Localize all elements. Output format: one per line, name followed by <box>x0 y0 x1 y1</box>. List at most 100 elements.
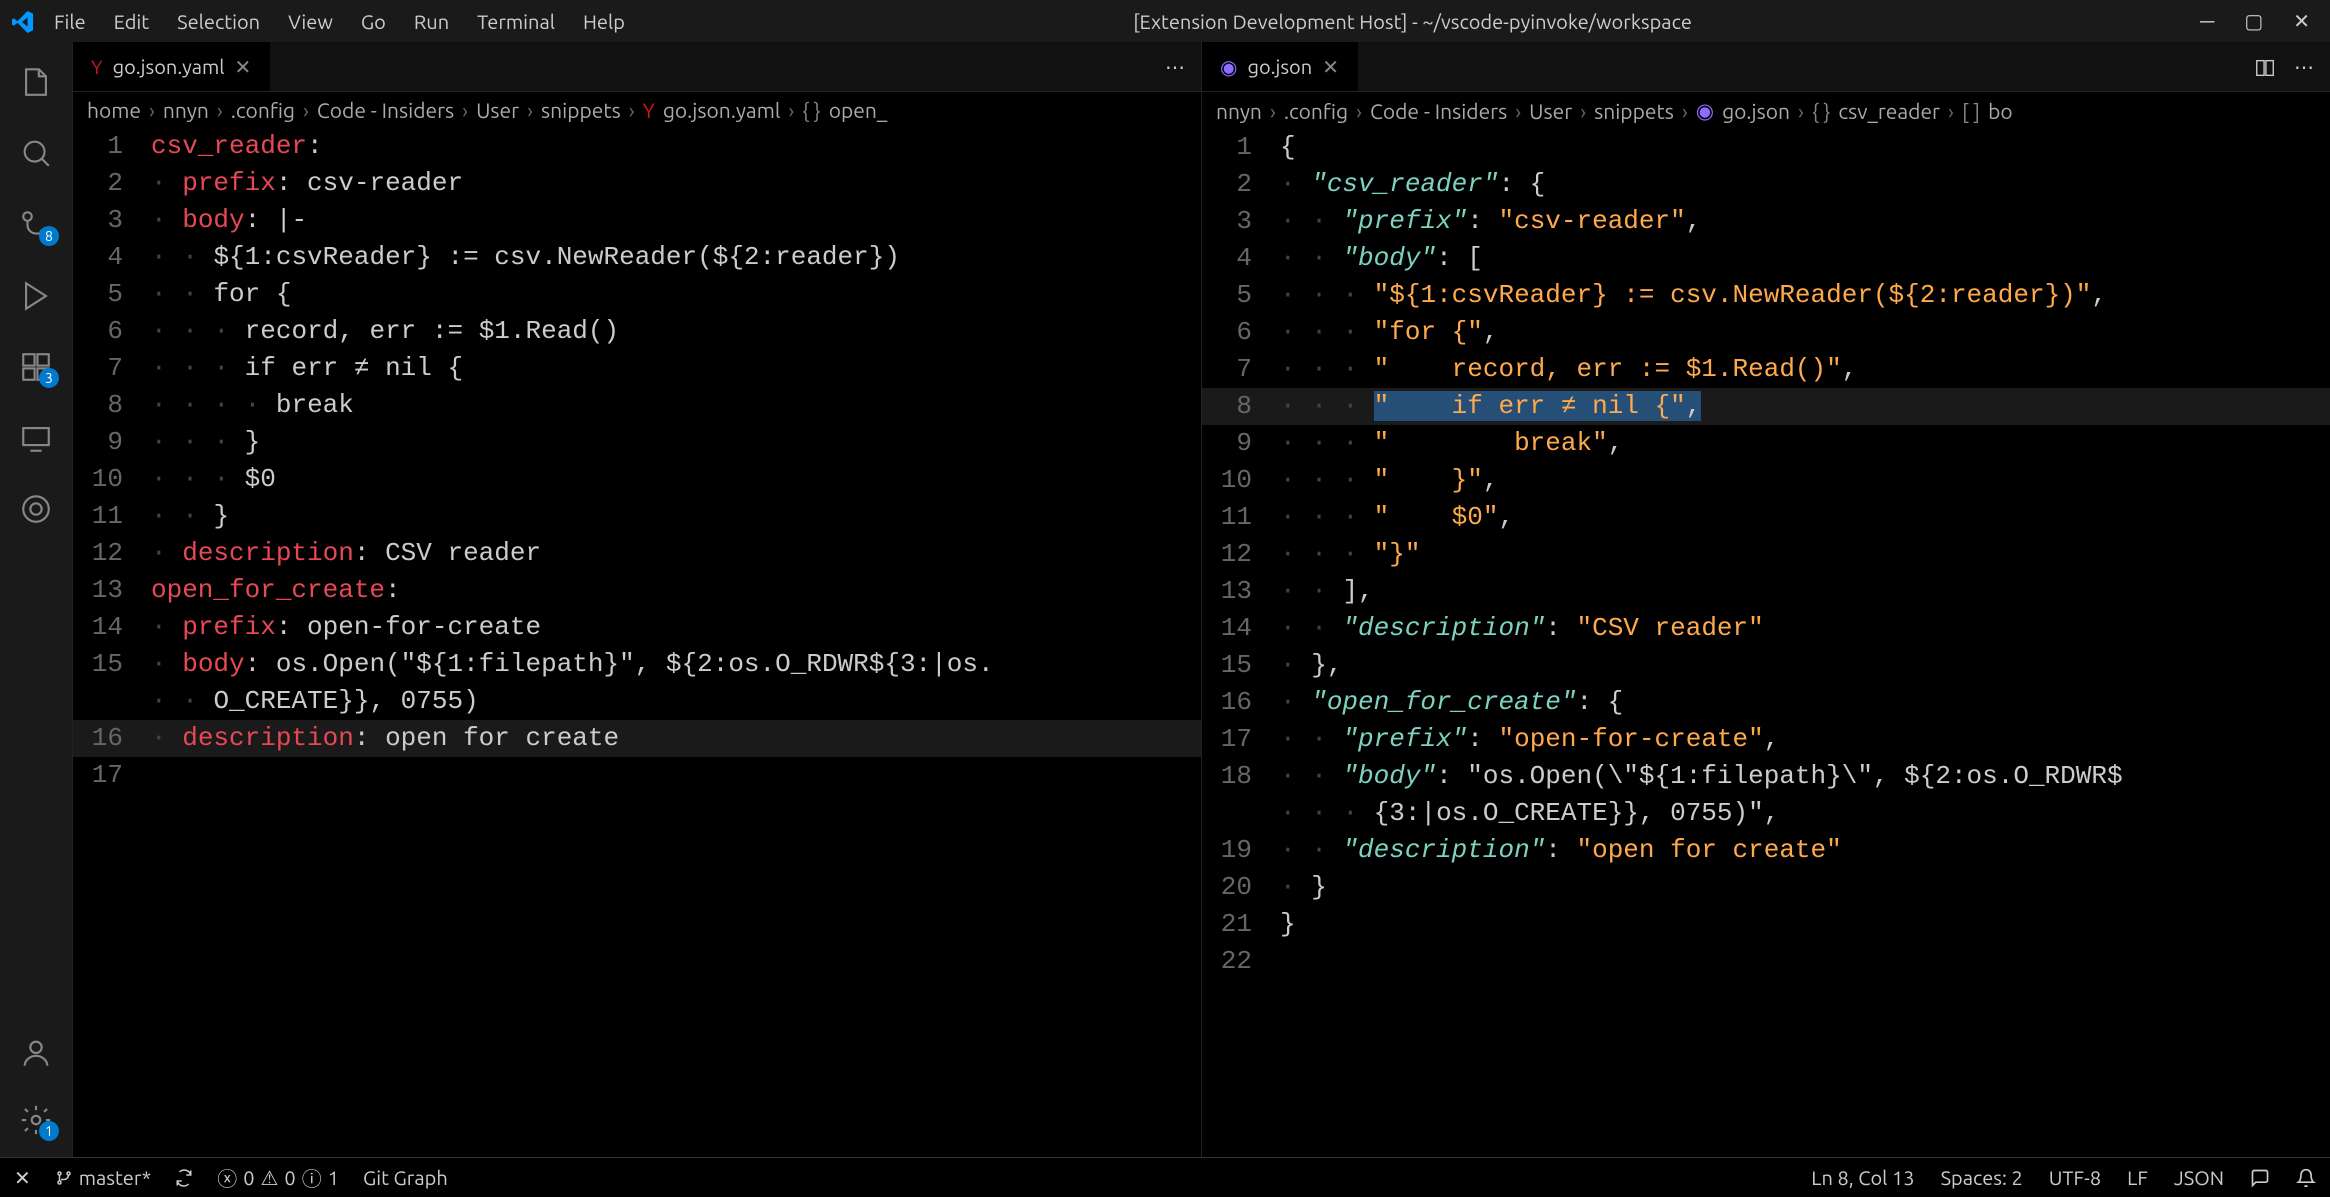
code-line[interactable]: 7· · · " record, err := $1.Read()", <box>1202 351 2330 388</box>
crumb[interactable]: nnyn <box>1216 99 1262 123</box>
git-branch[interactable]: master* <box>55 1166 151 1189</box>
code-line[interactable]: 9· · · } <box>73 424 1201 461</box>
crumb[interactable]: snippets <box>1594 99 1674 123</box>
code-line[interactable]: 14· prefix: open-for-create <box>73 609 1201 646</box>
code-line[interactable]: 14· · "description": "CSV reader" <box>1202 610 2330 647</box>
code-line[interactable]: 21} <box>1202 906 2330 943</box>
git-graph[interactable]: Git Graph <box>363 1166 448 1189</box>
menu-go[interactable]: Go <box>361 10 386 33</box>
code-line[interactable]: 10· · · $0 <box>73 461 1201 498</box>
crumb[interactable]: nnyn <box>163 98 209 122</box>
code-line[interactable]: 18· · "body": "os.Open(\"${1:filepath}\"… <box>1202 758 2330 795</box>
crumb[interactable]: bo <box>1988 99 2013 123</box>
code-line[interactable]: 6· · · record, err := $1.Read() <box>73 313 1201 350</box>
code-line[interactable]: 12· · · "}" <box>1202 536 2330 573</box>
menu-view[interactable]: View <box>288 10 333 33</box>
code-line[interactable]: 22 <box>1202 943 2330 980</box>
code-line[interactable]: · · · {3:|os.O_CREATE}}, 0755)", <box>1202 795 2330 832</box>
code-line[interactable]: 13· · ], <box>1202 573 2330 610</box>
crumb[interactable]: Code - Insiders <box>1370 99 1507 123</box>
run-debug-icon[interactable] <box>19 274 53 313</box>
code-line[interactable]: 1{ <box>1202 129 2330 166</box>
minimize-icon[interactable]: ─ <box>2200 9 2214 34</box>
menu-terminal[interactable]: Terminal <box>477 10 555 33</box>
cursor-position[interactable]: Ln 8, Col 13 <box>1811 1166 1914 1189</box>
eol[interactable]: LF <box>2127 1166 2148 1189</box>
menu-run[interactable]: Run <box>414 10 449 33</box>
menu-help[interactable]: Help <box>583 10 625 33</box>
crumb[interactable]: User <box>476 98 519 122</box>
code-line[interactable]: 11· · · " $0", <box>1202 499 2330 536</box>
indentation[interactable]: Spaces: 2 <box>1941 1166 2023 1189</box>
problems[interactable]: ⓧ0 ⚠0 ⓘ1 <box>217 1163 339 1192</box>
target-icon[interactable] <box>19 487 53 526</box>
crumb[interactable]: .config <box>1284 99 1348 123</box>
code-line[interactable]: 15· }, <box>1202 647 2330 684</box>
language-mode[interactable]: JSON <box>2174 1166 2224 1189</box>
code-line[interactable]: 10· · · " }", <box>1202 462 2330 499</box>
more-actions-icon[interactable]: ⋯ <box>1165 55 1185 79</box>
code-line[interactable]: 5· · · "${1:csvReader} := csv.NewReader(… <box>1202 277 2330 314</box>
code-line[interactable]: 16· "open_for_create": { <box>1202 684 2330 721</box>
source-control-icon[interactable]: 8 <box>19 202 53 241</box>
account-icon[interactable] <box>19 1031 53 1070</box>
tab-go-json[interactable]: ◉ go.json ✕ <box>1202 42 1358 91</box>
encoding[interactable]: UTF-8 <box>2049 1166 2101 1189</box>
code-line[interactable]: 1csv_reader: <box>73 128 1201 165</box>
remote-indicator[interactable]: ✕ <box>14 1166 31 1190</box>
menu-selection[interactable]: Selection <box>177 10 260 33</box>
code-line[interactable]: 6· · · "for {", <box>1202 314 2330 351</box>
code-line[interactable]: 17 <box>73 757 1201 794</box>
code-line[interactable]: 8· · · " if err ≠ nil {", <box>1202 388 2330 425</box>
code-line[interactable]: 11· · } <box>73 498 1201 535</box>
crumb[interactable]: snippets <box>541 98 621 122</box>
crumb[interactable]: home <box>87 98 141 122</box>
code-line[interactable]: 2· prefix: csv-reader <box>73 165 1201 202</box>
remote-icon[interactable] <box>19 416 53 455</box>
code-line[interactable]: 13open_for_create: <box>73 572 1201 609</box>
code-line[interactable]: 12· description: CSV reader <box>73 535 1201 572</box>
code-line[interactable]: 20· } <box>1202 869 2330 906</box>
search-icon[interactable] <box>19 131 53 170</box>
maximize-icon[interactable]: ▢ <box>2244 9 2263 34</box>
code-line[interactable]: 16· description: open for create <box>73 720 1201 757</box>
editor-left[interactable]: 1csv_reader:2· prefix: csv-reader3· body… <box>73 128 1201 1157</box>
feedback-icon[interactable] <box>2250 1168 2270 1188</box>
breadcrumb-right[interactable]: nnyn› .config› Code - Insiders› User› sn… <box>1202 92 2330 129</box>
code-line[interactable]: 8· · · · break <box>73 387 1201 424</box>
code-line[interactable]: 5· · for { <box>73 276 1201 313</box>
code-line[interactable]: 19· · "description": "open for create" <box>1202 832 2330 869</box>
code-line[interactable]: 9· · · " break", <box>1202 425 2330 462</box>
crumb[interactable]: Code - Insiders <box>317 98 454 122</box>
tab-close-icon[interactable]: ✕ <box>1322 55 1339 79</box>
menu-file[interactable]: File <box>54 10 86 33</box>
tab-go-json-yaml[interactable]: Y go.json.yaml ✕ <box>73 42 270 91</box>
code-line[interactable]: 3· · "prefix": "csv-reader", <box>1202 203 2330 240</box>
code-line[interactable]: 3· body: |- <box>73 202 1201 239</box>
tab-close-icon[interactable]: ✕ <box>235 55 252 79</box>
code-line[interactable]: · · O_CREATE}}, 0755) <box>73 683 1201 720</box>
more-actions-icon[interactable]: ⋯ <box>2294 55 2314 79</box>
editor-right[interactable]: 1{2· "csv_reader": {3· · "prefix": "csv-… <box>1202 129 2330 1157</box>
notifications-icon[interactable] <box>2296 1168 2316 1188</box>
extensions-icon[interactable]: 3 <box>19 345 53 384</box>
crumb[interactable]: go.json <box>1722 99 1790 123</box>
explorer-icon[interactable] <box>19 60 53 99</box>
menu-edit[interactable]: Edit <box>114 10 149 33</box>
crumb[interactable]: go.json.yaml <box>663 98 781 122</box>
code-line[interactable]: 2· "csv_reader": { <box>1202 166 2330 203</box>
code-line[interactable]: 17· · "prefix": "open-for-create", <box>1202 721 2330 758</box>
code-line[interactable]: 15· body: os.Open("${1:filepath}", ${2:o… <box>73 646 1201 683</box>
sync-icon[interactable] <box>175 1169 193 1187</box>
code-line[interactable]: 7· · · if err ≠ nil { <box>73 350 1201 387</box>
breadcrumb-left[interactable]: home› nnyn› .config› Code - Insiders› Us… <box>73 92 1201 128</box>
settings-icon[interactable]: 1 <box>19 1098 53 1137</box>
crumb[interactable]: open_ <box>829 98 887 122</box>
split-editor-icon[interactable] <box>2254 54 2276 79</box>
crumb[interactable]: csv_reader <box>1838 99 1940 123</box>
code-line[interactable]: 4· · "body": [ <box>1202 240 2330 277</box>
close-icon[interactable]: ✕ <box>2293 9 2310 34</box>
crumb[interactable]: .config <box>231 98 295 122</box>
crumb[interactable]: User <box>1529 99 1572 123</box>
code-line[interactable]: 4· · ${1:csvReader} := csv.NewReader(${2… <box>73 239 1201 276</box>
